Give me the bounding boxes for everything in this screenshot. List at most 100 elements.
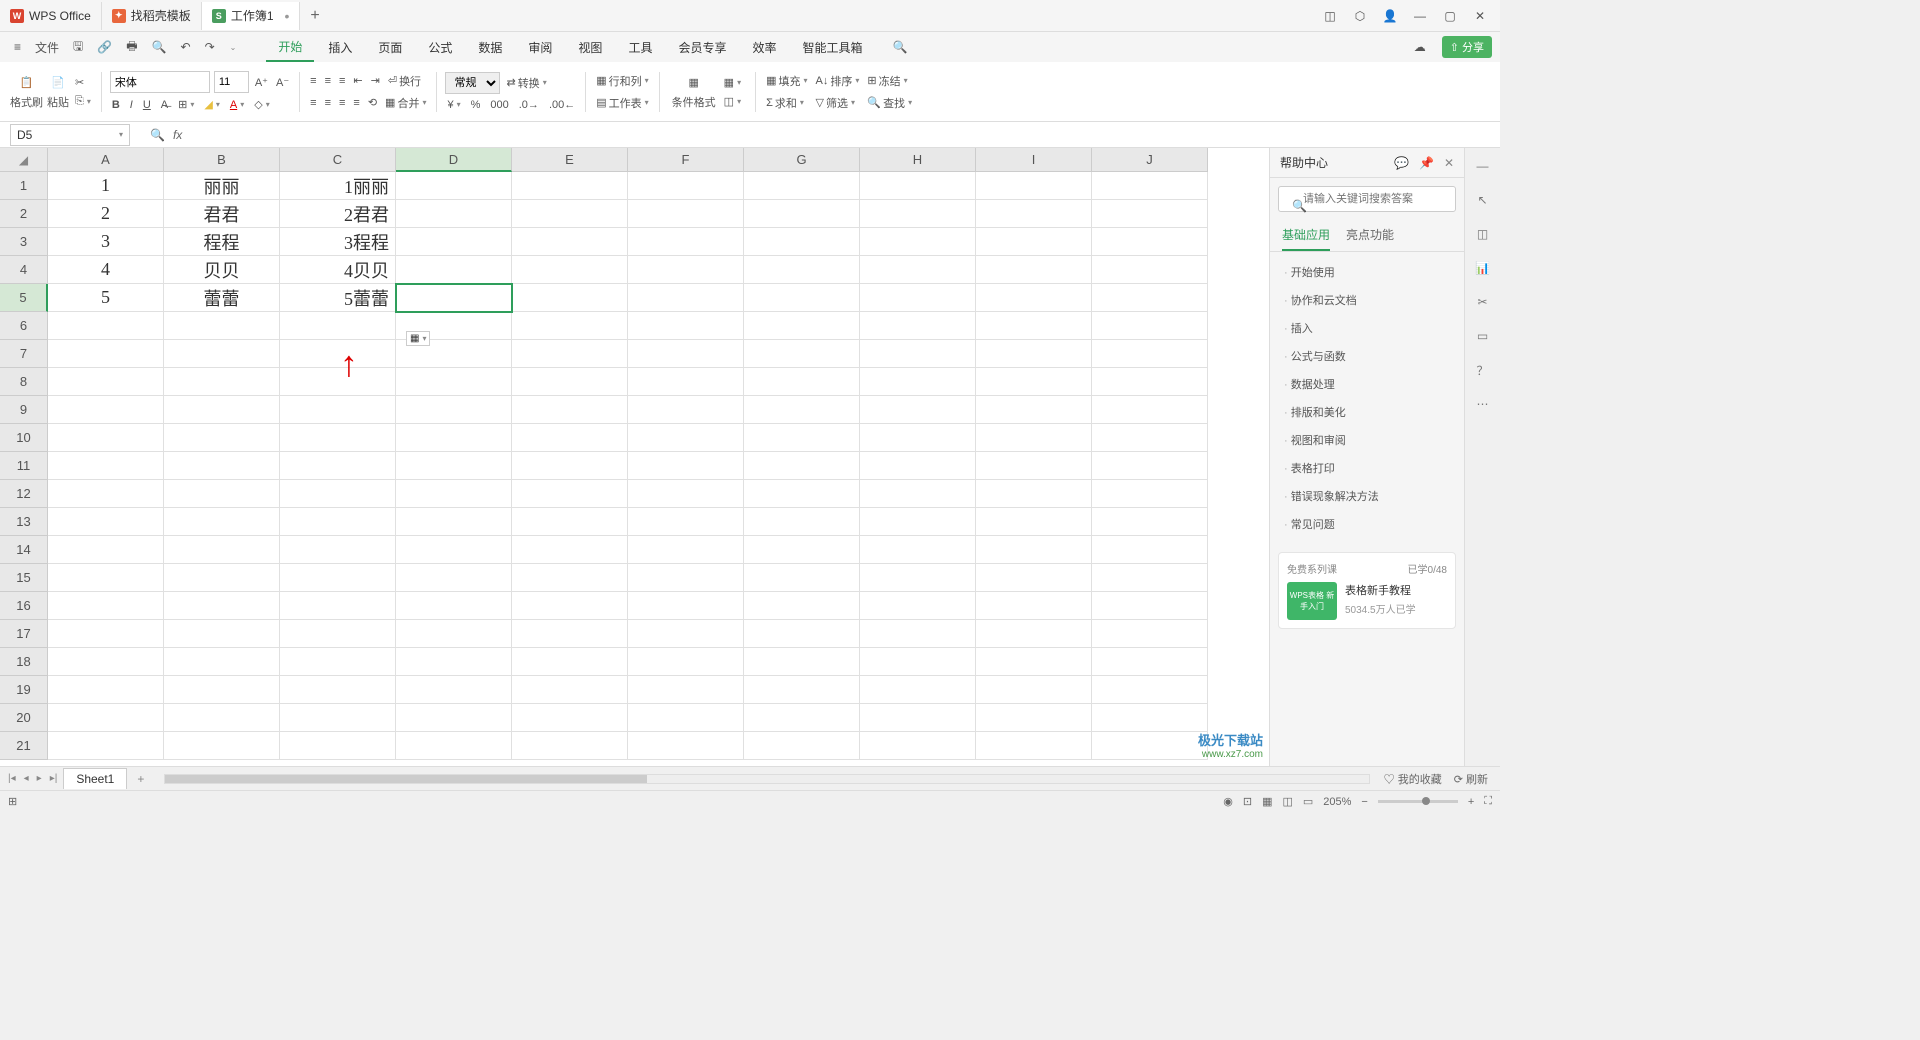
- cell[interactable]: [628, 648, 744, 676]
- fill-button[interactable]: ▦填充▾: [764, 72, 809, 90]
- align-left-icon[interactable]: ≡: [308, 94, 318, 112]
- cell[interactable]: [860, 424, 976, 452]
- view-break-icon[interactable]: ▭: [1303, 795, 1313, 808]
- cell[interactable]: [48, 480, 164, 508]
- tab-workbook[interactable]: S 工作簿1 •: [202, 2, 301, 30]
- cell[interactable]: 君君: [164, 200, 280, 228]
- cell[interactable]: [976, 424, 1092, 452]
- avatar-icon[interactable]: 👤: [1382, 8, 1398, 24]
- favorites-button[interactable]: ♡ 我的收藏: [1384, 771, 1442, 787]
- cell[interactable]: [1092, 452, 1208, 480]
- course-card[interactable]: 免费系列课 已学0/48 WPS表格 新手入门 表格新手教程 5034.5万人已…: [1278, 552, 1456, 629]
- fill-color-icon[interactable]: ◢▾: [202, 97, 221, 112]
- cell[interactable]: [396, 592, 512, 620]
- cell[interactable]: [280, 620, 396, 648]
- cell[interactable]: [1092, 172, 1208, 200]
- cell[interactable]: [48, 452, 164, 480]
- cell[interactable]: [1092, 704, 1208, 732]
- font-select[interactable]: [110, 71, 210, 93]
- format-brush-button[interactable]: 📋 格式刷: [10, 74, 43, 110]
- cell[interactable]: [976, 564, 1092, 592]
- cell[interactable]: [512, 732, 628, 760]
- cell[interactable]: [628, 256, 744, 284]
- menu-page[interactable]: 页面: [366, 34, 414, 61]
- cell[interactable]: [976, 648, 1092, 676]
- cell[interactable]: [1092, 620, 1208, 648]
- cell[interactable]: [280, 368, 396, 396]
- cell[interactable]: [164, 312, 280, 340]
- font-color-icon[interactable]: A▾: [228, 97, 246, 112]
- cell[interactable]: [744, 536, 860, 564]
- cell[interactable]: [1092, 480, 1208, 508]
- column-header[interactable]: E: [512, 148, 628, 172]
- paste-button[interactable]: 📄 粘贴: [47, 74, 69, 110]
- cell[interactable]: [976, 704, 1092, 732]
- cell[interactable]: [628, 508, 744, 536]
- cell[interactable]: [396, 508, 512, 536]
- cell[interactable]: [860, 648, 976, 676]
- close-icon[interactable]: ✕: [1444, 156, 1454, 170]
- help-item[interactable]: 数据处理: [1270, 370, 1464, 398]
- cell[interactable]: [512, 536, 628, 564]
- row-header[interactable]: 16: [0, 592, 48, 620]
- cell[interactable]: [628, 228, 744, 256]
- cell[interactable]: [860, 536, 976, 564]
- cell[interactable]: [976, 620, 1092, 648]
- cell[interactable]: [1092, 424, 1208, 452]
- cell[interactable]: [628, 172, 744, 200]
- help-item[interactable]: 协作和云文档: [1270, 286, 1464, 314]
- cell[interactable]: [48, 536, 164, 564]
- style-icon[interactable]: ◫: [1473, 224, 1493, 244]
- row-header[interactable]: 1: [0, 172, 48, 200]
- view-icon-2[interactable]: ⊡: [1243, 795, 1252, 808]
- cell[interactable]: [976, 592, 1092, 620]
- cell[interactable]: [628, 200, 744, 228]
- add-tab-button[interactable]: +: [300, 7, 329, 25]
- cell[interactable]: [1092, 732, 1208, 760]
- spreadsheet[interactable]: ◢ABCDEFGHIJ11丽丽1丽丽22君君2君君33程程3程程44贝贝4贝贝5…: [0, 148, 1269, 766]
- cell[interactable]: [48, 368, 164, 396]
- currency-icon[interactable]: ¥▾: [445, 98, 462, 112]
- cell[interactable]: [976, 368, 1092, 396]
- cell[interactable]: 5: [48, 284, 164, 312]
- column-header[interactable]: G: [744, 148, 860, 172]
- cell[interactable]: [976, 200, 1092, 228]
- cell[interactable]: [860, 732, 976, 760]
- row-header[interactable]: 7: [0, 340, 48, 368]
- cell[interactable]: [744, 256, 860, 284]
- link-icon[interactable]: 🔗: [91, 36, 118, 58]
- cell[interactable]: [860, 592, 976, 620]
- cell[interactable]: [1092, 592, 1208, 620]
- cell[interactable]: [628, 480, 744, 508]
- cell[interactable]: [860, 452, 976, 480]
- cell[interactable]: [396, 732, 512, 760]
- cell[interactable]: [744, 200, 860, 228]
- cell[interactable]: [512, 480, 628, 508]
- align-right-icon[interactable]: ≡: [337, 94, 347, 112]
- cell[interactable]: [1092, 200, 1208, 228]
- cell[interactable]: [860, 396, 976, 424]
- tools-icon[interactable]: ✂: [1473, 292, 1493, 312]
- tab-template[interactable]: ✦ 找稻壳模板: [102, 2, 202, 30]
- pin-icon[interactable]: 📌: [1419, 156, 1434, 170]
- cell[interactable]: 2: [48, 200, 164, 228]
- cell[interactable]: [744, 564, 860, 592]
- border-icon[interactable]: ⊞▾: [176, 97, 196, 112]
- cell[interactable]: [1092, 648, 1208, 676]
- help-item[interactable]: 插入: [1270, 314, 1464, 342]
- cell[interactable]: [976, 256, 1092, 284]
- indent-left-icon[interactable]: ⇤: [351, 72, 364, 90]
- view-layout-icon[interactable]: ◫: [1282, 795, 1292, 808]
- cell[interactable]: [280, 480, 396, 508]
- cell[interactable]: [280, 732, 396, 760]
- column-header[interactable]: A: [48, 148, 164, 172]
- align-justify-icon[interactable]: ≡: [351, 94, 361, 112]
- redo-icon[interactable]: ↷: [199, 36, 221, 58]
- cell[interactable]: 蕾蕾: [164, 284, 280, 312]
- cell[interactable]: [628, 536, 744, 564]
- row-header[interactable]: 13: [0, 508, 48, 536]
- cell[interactable]: [280, 396, 396, 424]
- column-header[interactable]: H: [860, 148, 976, 172]
- orientation-icon[interactable]: ⟲: [366, 94, 379, 112]
- cell[interactable]: [976, 228, 1092, 256]
